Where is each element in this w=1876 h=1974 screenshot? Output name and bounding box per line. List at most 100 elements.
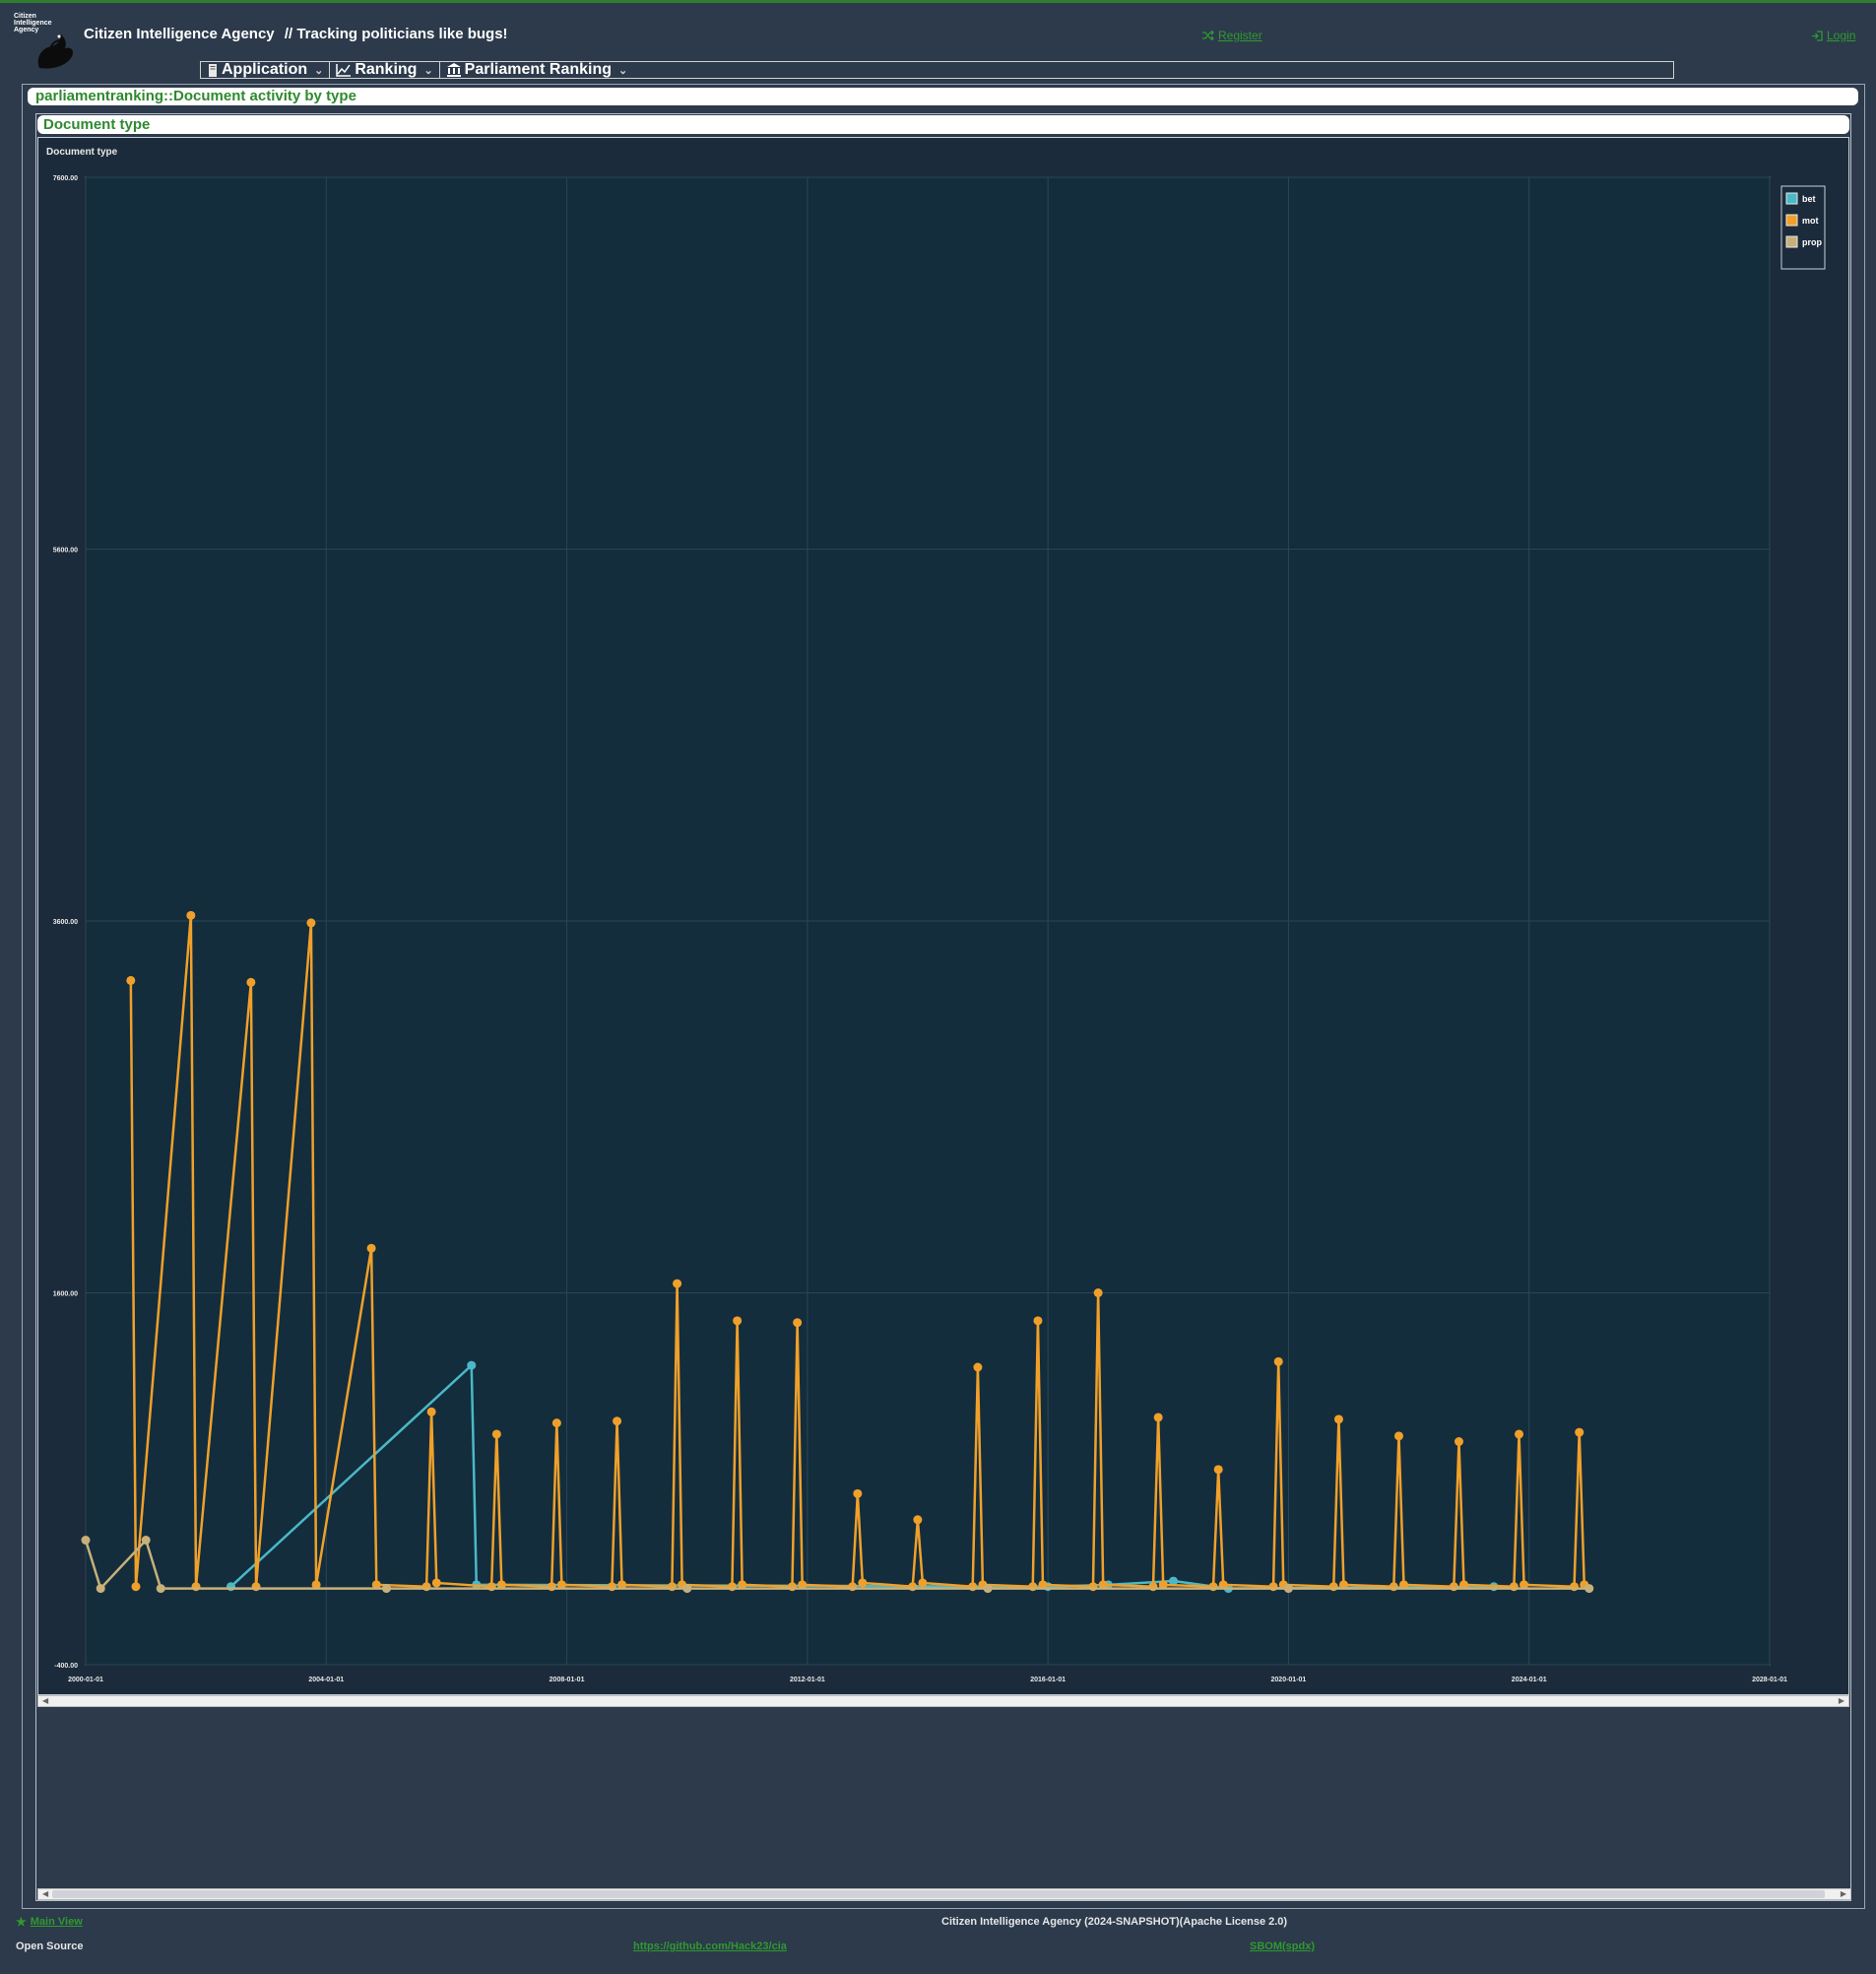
data-point-mot[interactable] xyxy=(1454,1437,1463,1446)
x-tick-label: 2020-01-01 xyxy=(1271,1677,1307,1683)
data-point-mot[interactable] xyxy=(186,910,196,920)
main-menubar: Application ⌄ Ranking ⌄ Parliament Ranki… xyxy=(200,61,1674,79)
app-logo[interactable]: Citizen Intelligence Agency xyxy=(14,13,77,74)
data-point-bet[interactable] xyxy=(467,1360,477,1370)
page-horizontal-scrollbar[interactable]: ◀ ▶ xyxy=(37,1888,1851,1900)
x-tick-label: 2016-01-01 xyxy=(1030,1677,1066,1683)
x-tick-label: 2008-01-01 xyxy=(550,1677,585,1683)
register-link[interactable]: Register xyxy=(1202,29,1262,42)
panel-title: Document type xyxy=(37,115,1849,134)
data-point-mot[interactable] xyxy=(421,1582,431,1592)
menu-application[interactable]: Application ⌄ xyxy=(201,61,331,79)
data-point-prop[interactable] xyxy=(381,1584,391,1594)
data-point-mot[interactable] xyxy=(551,1418,561,1428)
scroll-left-icon[interactable]: ◀ xyxy=(42,1889,48,1899)
data-point-prop[interactable] xyxy=(1585,1584,1594,1594)
data-point-mot[interactable] xyxy=(1208,1582,1218,1592)
data-point-mot[interactable] xyxy=(1273,1356,1283,1366)
data-point-mot[interactable] xyxy=(793,1318,803,1328)
data-point-mot[interactable] xyxy=(908,1582,918,1592)
data-point-mot[interactable] xyxy=(426,1407,436,1416)
main-view-link[interactable]: ★ Main View xyxy=(16,1915,83,1929)
data-point-mot[interactable] xyxy=(858,1578,868,1588)
data-point-mot[interactable] xyxy=(913,1515,923,1525)
data-point-mot[interactable] xyxy=(131,1582,141,1592)
data-point-mot[interactable] xyxy=(1575,1427,1585,1437)
data-point-mot[interactable] xyxy=(968,1582,978,1592)
data-point-mot[interactable] xyxy=(733,1316,743,1326)
data-point-mot[interactable] xyxy=(853,1488,863,1498)
data-point-mot[interactable] xyxy=(1213,1465,1223,1475)
data-point-mot[interactable] xyxy=(491,1429,501,1439)
data-point-prop[interactable] xyxy=(1283,1584,1293,1594)
data-point-mot[interactable] xyxy=(1509,1582,1519,1592)
document-icon xyxy=(209,63,217,77)
data-point-mot[interactable] xyxy=(1515,1429,1524,1439)
data-point-mot[interactable] xyxy=(251,1582,261,1592)
data-point-mot[interactable] xyxy=(1033,1316,1043,1326)
data-point-mot[interactable] xyxy=(1333,1415,1343,1424)
data-point-mot[interactable] xyxy=(431,1578,441,1588)
login-label: Login xyxy=(1827,29,1856,42)
github-link[interactable]: https://github.com/Hack23/cia xyxy=(633,1941,787,1952)
app-root: Citizen Intelligence Agency Citizen Inte… xyxy=(0,3,1876,1974)
data-point-mot[interactable] xyxy=(191,1582,201,1592)
legend-swatch-mot xyxy=(1785,214,1798,227)
login-link[interactable]: Login xyxy=(1811,29,1855,42)
data-point-mot[interactable] xyxy=(306,918,316,928)
data-point-mot[interactable] xyxy=(1393,1431,1403,1441)
data-point-mot[interactable] xyxy=(727,1582,737,1592)
menu-ranking-label: Ranking xyxy=(355,61,418,78)
legend-label-bet[interactable]: bet xyxy=(1802,194,1816,204)
data-point-mot[interactable] xyxy=(1088,1582,1098,1592)
data-point-prop[interactable] xyxy=(682,1584,692,1594)
data-point-mot[interactable] xyxy=(667,1582,677,1592)
menu-parliament-ranking[interactable]: Parliament Ranking ⌄ xyxy=(440,61,634,79)
scrollbar-thumb[interactable] xyxy=(52,1890,1825,1898)
data-point-mot[interactable] xyxy=(1028,1582,1038,1592)
data-point-mot[interactable] xyxy=(366,1243,376,1253)
data-point-mot[interactable] xyxy=(547,1582,556,1592)
data-point-prop[interactable] xyxy=(81,1536,91,1546)
x-tick-label: 2000-01-01 xyxy=(68,1677,103,1683)
legend-label-prop[interactable]: prop xyxy=(1802,237,1822,247)
data-point-prop[interactable] xyxy=(141,1536,151,1546)
chart-horizontal-scrollbar[interactable]: ◀ ▶ xyxy=(37,1695,1849,1707)
data-point-mot[interactable] xyxy=(1389,1582,1398,1592)
scroll-right-icon[interactable]: ▶ xyxy=(1839,1696,1844,1706)
bird-logo-icon xyxy=(37,34,73,69)
data-point-mot[interactable] xyxy=(973,1362,983,1372)
data-point-mot[interactable] xyxy=(613,1416,622,1426)
data-point-mot[interactable] xyxy=(918,1578,928,1588)
scroll-right-icon[interactable]: ▶ xyxy=(1841,1889,1846,1899)
document-type-chart: Document type 7600.00 5600.00 3600.00 1600.… xyxy=(46,147,1826,1683)
data-point-prop[interactable] xyxy=(156,1584,165,1594)
data-point-mot[interactable] xyxy=(848,1582,858,1592)
data-point-mot[interactable] xyxy=(1449,1582,1458,1592)
data-point-prop[interactable] xyxy=(96,1584,105,1594)
line-chart-icon xyxy=(336,64,352,77)
data-point-mot[interactable] xyxy=(1268,1582,1278,1592)
sbom-link[interactable]: SBOM(spdx) xyxy=(1250,1941,1315,1952)
data-point-mot[interactable] xyxy=(126,975,136,985)
data-point-mot[interactable] xyxy=(1153,1413,1163,1422)
chevron-down-icon: ⌄ xyxy=(423,64,433,77)
data-point-mot[interactable] xyxy=(246,977,256,987)
data-point-mot[interactable] xyxy=(486,1582,496,1592)
data-point-mot[interactable] xyxy=(1328,1582,1338,1592)
chart-title: Document type xyxy=(46,147,118,158)
data-point-mot[interactable] xyxy=(607,1582,616,1592)
data-point-mot[interactable] xyxy=(787,1582,797,1592)
menu-ranking[interactable]: Ranking ⌄ xyxy=(330,61,440,79)
data-point-mot[interactable] xyxy=(673,1279,682,1288)
data-point-mot[interactable] xyxy=(1148,1582,1158,1592)
data-point-bet[interactable] xyxy=(226,1582,235,1592)
legend-label-mot[interactable]: mot xyxy=(1802,216,1819,226)
scroll-left-icon[interactable]: ◀ xyxy=(42,1696,48,1706)
chart-legend: bet mot prop xyxy=(1780,185,1826,270)
x-tick-label: 2028-01-01 xyxy=(1752,1677,1787,1683)
data-point-mot[interactable] xyxy=(1570,1582,1580,1592)
data-point-mot[interactable] xyxy=(1093,1288,1103,1297)
data-point-prop[interactable] xyxy=(983,1584,993,1594)
chevron-down-icon: ⌄ xyxy=(618,64,628,77)
